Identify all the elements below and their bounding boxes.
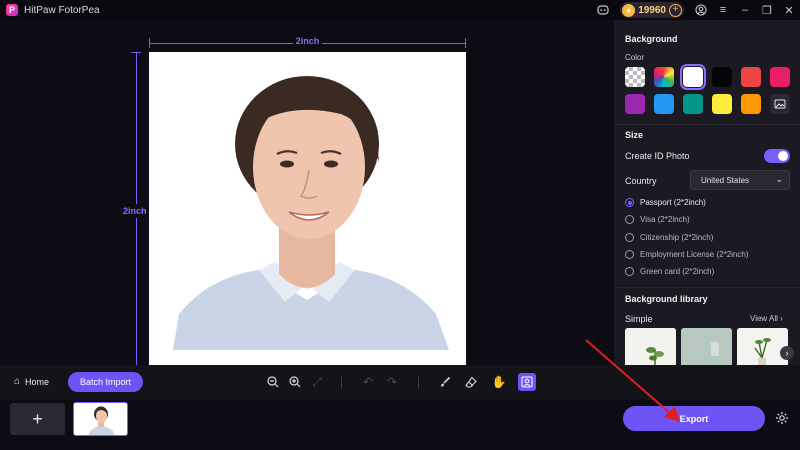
swatch-rainbow[interactable] — [654, 67, 674, 87]
radio-label: Passport (2*2inch) — [640, 198, 706, 207]
fit-screen-icon[interactable]: ⤢ — [308, 373, 326, 391]
redo-icon[interactable]: ↷ — [383, 373, 401, 391]
color-label: Color — [625, 53, 645, 62]
swatch-custom-image[interactable] — [770, 94, 790, 114]
coin-balance[interactable]: ● 19960 + — [620, 2, 684, 18]
divider — [614, 287, 800, 288]
add-coins-icon[interactable]: + — [669, 3, 682, 17]
thumbnail-strip: + Export — [0, 400, 800, 450]
swatch-purple[interactable] — [625, 94, 645, 114]
portrait-mode-icon[interactable] — [518, 373, 536, 391]
country-label: Country — [625, 176, 657, 186]
library-title: Background library — [625, 294, 708, 304]
title-bar-controls: ● 19960 + ≡ – ❐ ✕ — [592, 0, 800, 20]
country-select[interactable]: United States ⌄ — [690, 170, 790, 190]
app-title: HitPaw FotorPea — [24, 4, 100, 16]
view-all-label: View All — [750, 314, 778, 323]
radio-green-card[interactable]: Green card (2*2inch) — [625, 267, 714, 276]
title-bar: P HitPaw FotorPea ● 19960 + ≡ – ❐ ✕ — [0, 0, 800, 20]
zoom-in-icon[interactable] — [286, 373, 304, 391]
hand-pan-icon[interactable]: ✋ — [490, 373, 508, 391]
swatch-blue[interactable] — [654, 94, 674, 114]
bottom-toolbar: ⌂ Home Batch Import ⤢ ↶ ↷ ✋ — [0, 365, 800, 400]
swatch-white[interactable] — [680, 64, 706, 90]
size-title: Size — [625, 130, 644, 140]
zoom-out-icon[interactable] — [264, 373, 282, 391]
radio-button[interactable] — [625, 198, 634, 207]
radio-label: Green card (2*2inch) — [640, 267, 715, 276]
close-icon[interactable]: ✕ — [778, 0, 800, 20]
swatch-transparent[interactable] — [625, 67, 645, 87]
portrait-image — [149, 52, 466, 370]
eraser-icon[interactable] — [462, 373, 480, 391]
swatch-yellow[interactable] — [712, 94, 732, 114]
app-window: P HitPaw FotorPea ● 19960 + ≡ – ❐ ✕ 2inc… — [0, 0, 800, 450]
radio-label: Employment License (2*2inch) — [640, 250, 749, 259]
radio-button[interactable] — [625, 267, 634, 276]
radio-passport[interactable]: Passport (2*2inch) — [625, 198, 706, 207]
swatch-orange[interactable] — [741, 94, 761, 114]
divider — [614, 124, 800, 125]
minimize-icon[interactable]: – — [734, 0, 756, 20]
height-dimension: 2inch — [123, 52, 147, 370]
id-photo-preview[interactable] — [149, 52, 466, 370]
radio-citizenship[interactable]: Citizenship (2*2inch) — [625, 233, 713, 242]
add-image-button[interactable]: + — [10, 403, 65, 435]
radio-label: Citizenship (2*2inch) — [640, 233, 714, 242]
toolbar-separator — [418, 376, 419, 389]
country-value: United States — [701, 176, 750, 185]
home-button[interactable]: ⌂ Home — [14, 376, 49, 387]
swatch-teal[interactable] — [683, 94, 703, 114]
thumbnail-image — [74, 403, 127, 435]
coin-count: 19960 — [638, 4, 666, 16]
wall-thumb-image — [681, 328, 732, 365]
restore-icon[interactable]: ❐ — [756, 0, 778, 20]
width-label: 2inch — [292, 36, 323, 46]
height-label: 2inch — [123, 204, 147, 218]
library-thumb[interactable] — [737, 328, 788, 365]
chevron-down-icon: ⌄ — [775, 174, 783, 184]
menu-icon[interactable]: ≡ — [712, 0, 734, 20]
swatch-pink[interactable] — [770, 67, 790, 87]
create-id-toggle[interactable] — [764, 149, 790, 163]
background-title: Background — [625, 34, 678, 44]
export-button[interactable]: Export — [623, 406, 765, 431]
view-all-link[interactable]: View All › — [750, 314, 783, 323]
library-thumb[interactable] — [681, 328, 732, 365]
home-icon: ⌂ — [14, 376, 21, 387]
batch-import-button[interactable]: Batch Import — [68, 372, 143, 392]
home-label: Home — [25, 376, 50, 387]
discord-icon[interactable] — [592, 0, 614, 20]
brush-icon[interactable] — [436, 373, 454, 391]
plant-thumb-image — [625, 328, 676, 365]
radio-button[interactable] — [625, 250, 634, 259]
undo-icon[interactable]: ↶ — [359, 373, 377, 391]
coin-icon: ● — [622, 3, 636, 17]
library-next-icon[interactable]: › — [780, 346, 794, 360]
image-upload-icon — [774, 99, 786, 109]
create-id-label: Create ID Photo — [625, 151, 690, 161]
toolbar-separator — [341, 376, 342, 389]
radio-label: Visa (2*2inch) — [640, 215, 690, 224]
settings-panel: Background Color Size Create ID Photo Co… — [614, 20, 800, 365]
app-logo-icon: P — [6, 4, 18, 16]
swatch-black[interactable] — [712, 67, 732, 87]
radio-button[interactable] — [625, 215, 634, 224]
canvas-area: 2inch 2inch — [0, 20, 614, 370]
radio-employment-license[interactable]: Employment License (2*2inch) — [625, 250, 749, 259]
radio-button[interactable] — [625, 233, 634, 242]
gear-icon[interactable] — [774, 410, 790, 426]
swatch-red[interactable] — [741, 67, 761, 87]
width-dimension: 2inch — [149, 36, 466, 48]
account-icon[interactable] — [690, 0, 712, 20]
radio-visa[interactable]: Visa (2*2inch) — [625, 215, 690, 224]
plant-vase-thumb-image — [737, 328, 788, 365]
simple-label: Simple — [625, 314, 653, 324]
library-thumb[interactable] — [625, 328, 676, 365]
image-thumbnail[interactable] — [73, 402, 128, 436]
